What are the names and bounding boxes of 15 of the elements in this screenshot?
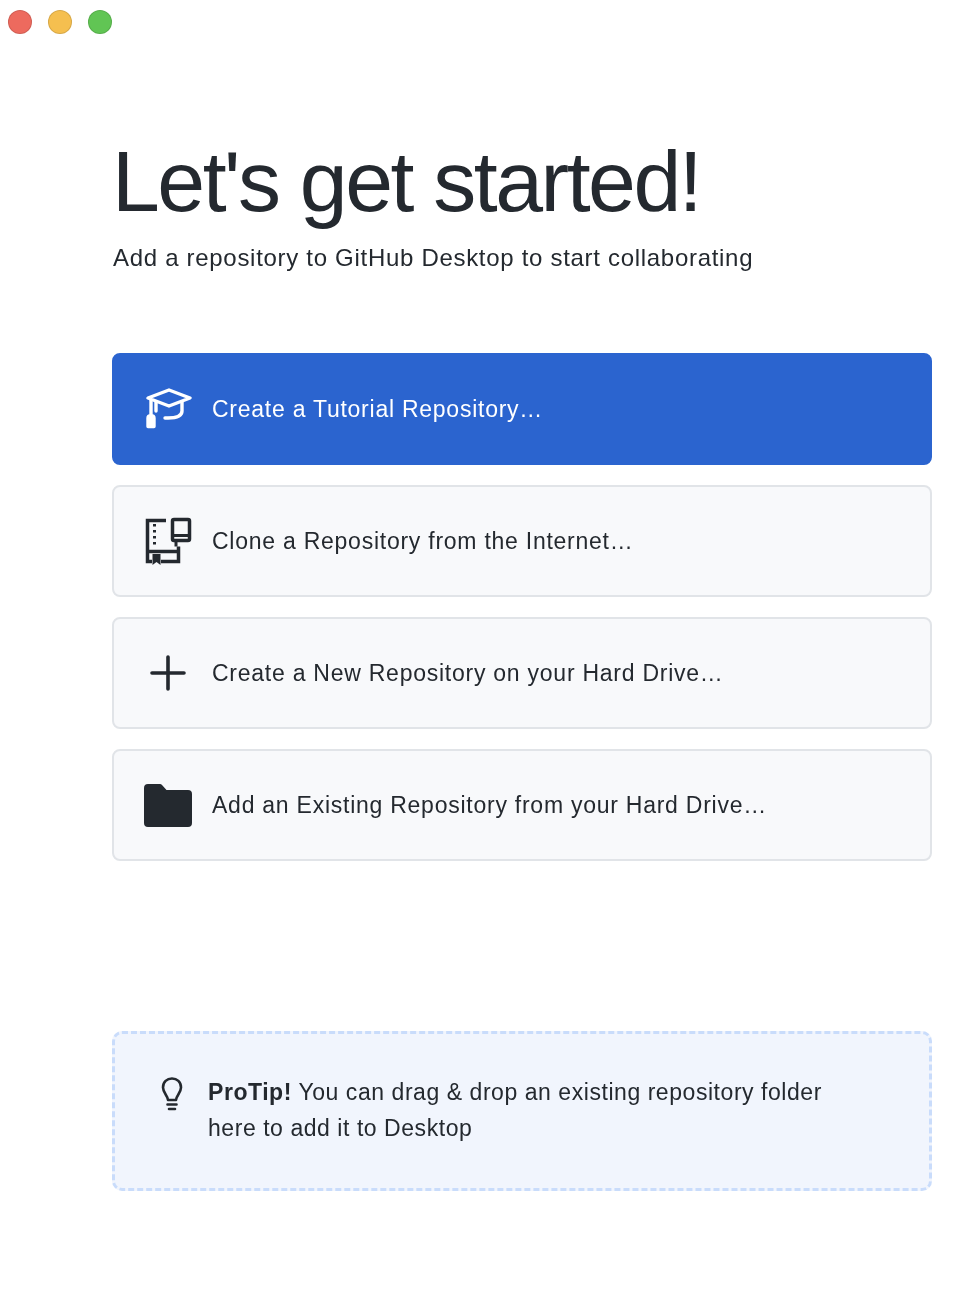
plus-icon xyxy=(150,655,186,692)
close-button[interactable] xyxy=(8,10,32,34)
page-heading: Let's get started! xyxy=(112,132,702,231)
add-repository-button[interactable]: Add an Existing Repository from your Hard Drive… xyxy=(112,749,932,862)
new-repository-button[interactable]: Create a New Repository on your Hard Drive… xyxy=(112,617,932,730)
create-tutorial-button[interactable]: Create a Tutorial Repository… xyxy=(112,353,932,466)
zoom-button[interactable] xyxy=(88,10,112,34)
tip-text: ProTip! You can drag & drop an existing repository folder here to add it to Desktop xyxy=(208,1078,823,1144)
lightbulb-icon xyxy=(160,1077,184,1112)
page-subtitle: Add a repository to GitHub Desktop to start collaborating xyxy=(113,243,754,274)
folder-icon xyxy=(144,783,192,827)
graduation-cap-icon xyxy=(144,388,192,431)
clone-repository-button[interactable]: Clone a Repository from the Internet… xyxy=(112,485,932,598)
minimize-button[interactable] xyxy=(48,10,72,34)
books-icon xyxy=(144,517,192,566)
